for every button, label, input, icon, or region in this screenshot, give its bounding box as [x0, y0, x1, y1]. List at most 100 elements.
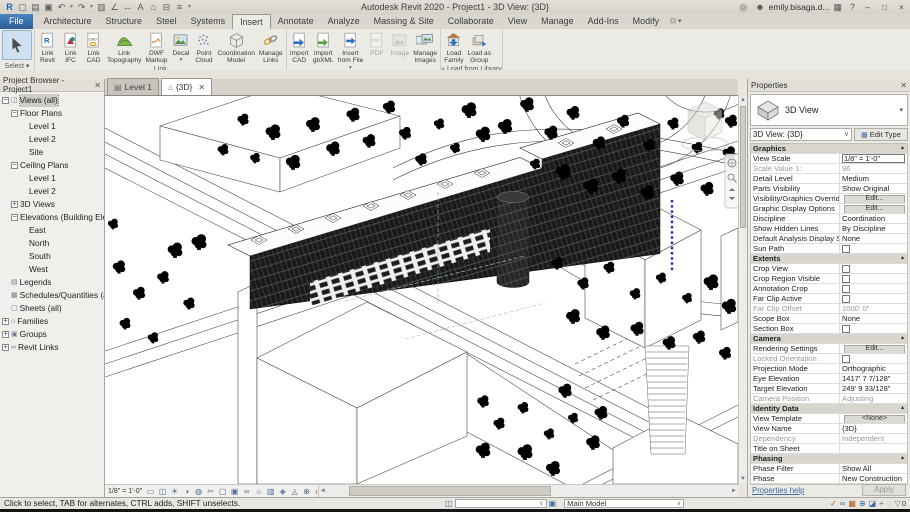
- property-row-detail-level[interactable]: Detail LevelMedium: [751, 174, 907, 184]
- property-row-annotation-crop[interactable]: Annotation Crop: [751, 284, 907, 294]
- dimension-icon[interactable]: ↔: [121, 1, 134, 13]
- type-selector-dropdown-icon[interactable]: ▾: [899, 106, 903, 114]
- browser-item-elevations-building-elevation[interactable]: −Elevations (Building Elevation): [0, 211, 104, 224]
- browser-item-legends[interactable]: ▤Legends: [0, 276, 104, 289]
- section-collapse-icon[interactable]: ▴: [901, 254, 907, 263]
- close-button[interactable]: ×: [893, 3, 910, 12]
- select-by-face-icon[interactable]: ◪: [869, 499, 877, 508]
- property-button-rendering-settings[interactable]: Edit...: [844, 345, 905, 353]
- property-row-crop-view[interactable]: Crop View: [751, 264, 907, 274]
- browser-item-south[interactable]: South: [0, 250, 104, 263]
- browser-item-families[interactable]: +⌂Families: [0, 315, 104, 328]
- property-row-parts-visibility[interactable]: Parts VisibilityShow Original: [751, 184, 907, 194]
- link-revit-button[interactable]: RLinkRevit: [36, 30, 59, 65]
- model-drawing[interactable]: [105, 96, 738, 484]
- property-row-sun-path[interactable]: Sun Path: [751, 244, 907, 254]
- link-ifc-button[interactable]: LinkIFC: [59, 30, 82, 65]
- ribbon-tab-manage[interactable]: Manage: [534, 14, 581, 29]
- load-family-button[interactable]: LoadFamily: [442, 30, 465, 65]
- default-3d-view-icon[interactable]: ⌂: [147, 1, 160, 13]
- expand-icon[interactable]: +: [2, 331, 9, 338]
- browser-item-site[interactable]: Site: [0, 146, 104, 159]
- background-processes-icon[interactable]: ◌: [887, 499, 892, 508]
- design-option-select[interactable]: Main Model ∨: [564, 499, 684, 508]
- checkbox-crop-region-visible[interactable]: [842, 275, 850, 283]
- dwf-markup-button[interactable]: DWFMarkup: [143, 30, 169, 65]
- browser-item-level-2[interactable]: Level 2: [0, 185, 104, 198]
- property-row-view-template[interactable]: View Template<None>: [751, 414, 907, 424]
- property-row-view-name[interactable]: View Name{3D}: [751, 424, 907, 434]
- property-row-default-analysis-display-sty[interactable]: Default Analysis Display Sty...None: [751, 234, 907, 244]
- properties-close-icon[interactable]: ✕: [900, 81, 907, 90]
- detail-level-icon[interactable]: ▭: [145, 486, 156, 497]
- point-cloud-button[interactable]: PointCloud: [192, 30, 215, 65]
- section-collapse-icon[interactable]: ▴: [901, 144, 907, 153]
- section-icon[interactable]: ⊟: [160, 1, 173, 13]
- ribbon-tab-architecture[interactable]: Architecture: [37, 14, 99, 29]
- insert-from-file-button[interactable]: Insertfrom File▾: [336, 30, 366, 71]
- scroll-down-icon[interactable]: ▼: [739, 475, 747, 484]
- signed-in-user[interactable]: emily.bisaga.d...: [769, 2, 830, 12]
- load-as-group-button[interactable]: Load asGroup: [466, 30, 493, 65]
- properties-help-link[interactable]: Properties help: [752, 486, 804, 495]
- save-icon[interactable]: ▣: [42, 1, 55, 13]
- property-row-show-hidden-lines[interactable]: Show Hidden LinesBy Discipline: [751, 224, 907, 234]
- temporary-hide-isolate-icon[interactable]: ∞: [241, 486, 252, 497]
- view-tab-close-icon[interactable]: ✕: [198, 83, 205, 92]
- import-cad-button[interactable]: ImportCAD: [288, 30, 311, 71]
- horizontal-scroll-thumb[interactable]: [349, 486, 551, 496]
- property-row-visibility-graphics-overrides[interactable]: Visibility/Graphics OverridesEdit...: [751, 194, 907, 204]
- scroll-right-icon[interactable]: ►: [730, 485, 738, 497]
- undo-icon[interactable]: ↶: [55, 1, 68, 13]
- property-row-far-clip-active[interactable]: Far Clip Active: [751, 294, 907, 304]
- property-row-phase-filter[interactable]: Phase FilterShow All: [751, 464, 907, 474]
- property-input-view-scale[interactable]: 1/8" = 1'-0": [842, 154, 905, 163]
- vertical-scroll-thumb[interactable]: [740, 106, 746, 228]
- editable-only-icon[interactable]: ✓: [830, 499, 837, 508]
- property-row-projection-mode[interactable]: Projection ModeOrthographic: [751, 364, 907, 374]
- property-row-dependency[interactable]: DependencyIndependent: [751, 434, 907, 444]
- account-icon[interactable]: ☻: [755, 2, 764, 12]
- browser-item-sheets-all[interactable]: ▢Sheets (all): [0, 302, 104, 315]
- browser-item-east[interactable]: East: [0, 224, 104, 237]
- browser-item-west[interactable]: West: [0, 263, 104, 276]
- show-crop-region-icon[interactable]: ▢: [217, 486, 228, 497]
- visual-style-icon[interactable]: ◫: [157, 486, 168, 497]
- edit-type-button[interactable]: ▦ Edit Type: [854, 128, 908, 141]
- coordination-model-button[interactable]: CoordinationModel: [215, 30, 256, 65]
- scroll-up-icon[interactable]: ▲: [739, 96, 747, 105]
- highlight-displacement-icon[interactable]: ⊕: [301, 486, 312, 497]
- property-button-view-template[interactable]: <None>: [844, 415, 905, 423]
- browser-item-level-2[interactable]: Level 2: [0, 133, 104, 146]
- manage-images-button[interactable]: ManageImages: [411, 30, 439, 71]
- render-icon[interactable]: ◍: [193, 486, 204, 497]
- select-links-icon[interactable]: ∞: [840, 499, 846, 508]
- restore-button[interactable]: □: [876, 3, 893, 12]
- shadows-icon[interactable]: ◑: [181, 486, 192, 497]
- browser-item-level-1[interactable]: Level 1: [0, 172, 104, 185]
- browser-item-level-1[interactable]: Level 1: [0, 120, 104, 133]
- ribbon-tab-structure[interactable]: Structure: [99, 14, 150, 29]
- property-row-view-scale[interactable]: View Scale1/8" = 1'-0": [751, 154, 907, 164]
- property-row-far-clip-offset[interactable]: Far Clip Offset1000' 0": [751, 304, 907, 314]
- search-icon[interactable]: ◎: [739, 2, 747, 13]
- ribbon-tab-add-ins[interactable]: Add-Ins: [581, 14, 626, 29]
- ribbon-tab-insert[interactable]: Insert: [232, 14, 271, 29]
- help-icon[interactable]: ?: [850, 2, 855, 12]
- filter-icon[interactable]: ▽: [895, 499, 901, 508]
- property-button-visibility-graphics-overrides[interactable]: Edit...: [844, 195, 905, 203]
- expand-icon[interactable]: +: [2, 318, 9, 325]
- import-gbxml-button[interactable]: ImportgbXML: [311, 30, 336, 71]
- property-row-discipline[interactable]: DisciplineCoordination: [751, 214, 907, 224]
- analytical-model-icon[interactable]: ◬: [289, 486, 300, 497]
- view-tab-level-1[interactable]: ▤Level 1: [107, 78, 159, 95]
- collapse-icon[interactable]: −: [11, 214, 18, 221]
- ribbon-tab-systems[interactable]: Systems: [184, 14, 233, 29]
- section-collapse-icon[interactable]: ▴: [901, 334, 907, 343]
- checkbox-section-box[interactable]: [842, 325, 850, 333]
- property-row-target-elevation[interactable]: Target Elevation249' 9 33/128": [751, 384, 907, 394]
- qat-customize-icon[interactable]: ▾: [186, 1, 193, 13]
- scroll-left-icon[interactable]: ◄: [319, 485, 327, 497]
- navigation-bar[interactable]: [725, 154, 738, 208]
- drawing-area[interactable]: [105, 96, 738, 484]
